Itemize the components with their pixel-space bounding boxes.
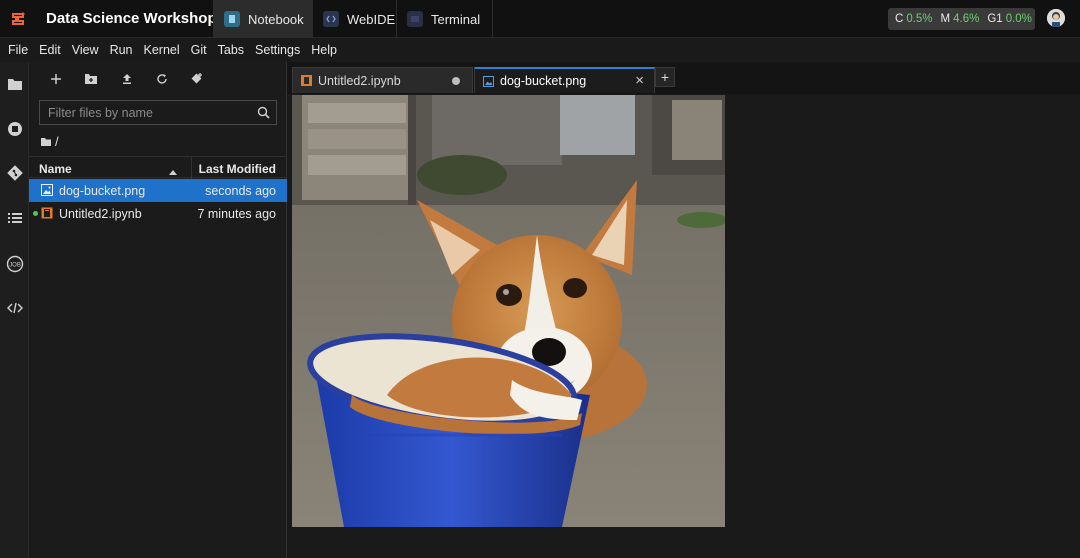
column-divider[interactable] <box>191 157 192 179</box>
notebook-icon <box>301 75 312 86</box>
filter-files-input[interactable] <box>39 100 277 125</box>
menu-settings[interactable]: Settings <box>255 43 300 57</box>
table-of-contents-icon[interactable] <box>0 204 29 232</box>
menu-help[interactable]: Help <box>311 43 337 57</box>
top-tab-terminal[interactable]: Terminal <box>397 0 493 38</box>
column-last-modified[interactable]: Last Modified <box>199 162 276 176</box>
unsaved-indicator-icon[interactable] <box>452 77 460 85</box>
code-icon[interactable] <box>0 294 29 322</box>
terminal-icon <box>407 11 423 27</box>
document-tab-bar: Untitled2.ipynb dog-bucket.png × + <box>287 62 1080 94</box>
folder-icon <box>41 137 51 146</box>
cpu-value: 0.5% <box>906 13 933 25</box>
gpu-value: 0.0% <box>1005 13 1032 25</box>
image-file-icon <box>41 184 53 196</box>
mem-value: 4.6% <box>953 13 980 25</box>
top-tab-webide[interactable]: WebIDE <box>313 0 397 38</box>
cpu-label: C <box>895 13 904 25</box>
column-name[interactable]: Name <box>39 162 72 176</box>
image-icon <box>483 75 494 87</box>
git-clone-icon[interactable] <box>187 70 207 88</box>
gpu-label: G1 <box>987 13 1003 25</box>
top-tab-notebook[interactable]: Notebook <box>213 0 313 38</box>
image-viewer <box>287 94 1080 558</box>
refresh-icon[interactable] <box>152 70 172 88</box>
menu-edit[interactable]: Edit <box>39 43 61 57</box>
resource-monitor[interactable]: C 0.5% M 4.6% G1 0.0% <box>888 8 1035 30</box>
file-name: Untitled2.ipynb <box>59 207 142 221</box>
search-icon[interactable] <box>257 106 270 122</box>
file-list-header: Name Last Modified <box>29 156 287 179</box>
menu-kernel[interactable]: Kernel <box>144 43 180 57</box>
file-modified: 7 minutes ago <box>197 207 276 221</box>
avatar[interactable] <box>1047 9 1065 27</box>
sort-ascending-icon[interactable] <box>169 164 177 178</box>
running-icon[interactable] <box>0 115 29 143</box>
dog-in-bucket-image[interactable] <box>292 95 725 527</box>
menu-file[interactable]: File <box>8 43 28 57</box>
svg-text:JOB: JOB <box>9 263 21 269</box>
git-icon[interactable] <box>0 159 29 187</box>
notebook-file-icon <box>41 207 53 219</box>
top-tab-label: WebIDE <box>347 11 396 27</box>
doc-tab-label: Untitled2.ipynb <box>318 73 401 88</box>
menu-git[interactable]: Git <box>191 43 207 57</box>
breadcrumb[interactable]: / <box>41 134 59 149</box>
jupyter-logo-icon[interactable] <box>0 0 36 38</box>
app-title: Data Science Workshop <box>46 10 217 27</box>
menu-tabs[interactable]: Tabs <box>218 43 244 57</box>
mem-label: M <box>940 13 951 25</box>
top-tab-label: Terminal <box>431 11 481 27</box>
file-modified: seconds ago <box>205 184 276 198</box>
job-icon[interactable]: JOB <box>0 250 29 278</box>
notebook-icon <box>224 11 240 27</box>
folder-icon[interactable] <box>0 70 29 98</box>
activity-bar: JOB <box>0 62 29 558</box>
menu-view[interactable]: View <box>72 43 99 57</box>
close-icon[interactable]: × <box>635 73 644 89</box>
breadcrumb-path: / <box>55 134 59 149</box>
running-indicator-icon <box>33 211 38 216</box>
new-folder-icon[interactable] <box>81 70 101 88</box>
file-row-dog-bucket[interactable]: dog-bucket.png seconds ago <box>29 179 287 202</box>
new-launcher-icon[interactable] <box>46 70 66 88</box>
add-tab-button[interactable]: + <box>655 67 675 87</box>
doc-tab-label: dog-bucket.png <box>500 74 587 88</box>
doc-tab-untitled2[interactable]: Untitled2.ipynb <box>292 67 473 93</box>
doc-tab-dog-bucket[interactable]: dog-bucket.png × <box>474 67 655 93</box>
file-browser: / Name Last Modified dog-bucket.png seco… <box>29 62 287 558</box>
upload-icon[interactable] <box>117 70 137 88</box>
file-row-untitled2[interactable]: Untitled2.ipynb 7 minutes ago <box>29 202 287 225</box>
code-editor-icon <box>323 11 339 27</box>
file-name: dog-bucket.png <box>59 184 146 198</box>
menu-run[interactable]: Run <box>110 43 133 57</box>
top-bar: Data Science Workshop Notebook WebIDE Te… <box>0 0 1080 38</box>
top-tab-label: Notebook <box>248 11 304 27</box>
menu-bar: File Edit View Run Kernel Git Tabs Setti… <box>0 38 1080 62</box>
